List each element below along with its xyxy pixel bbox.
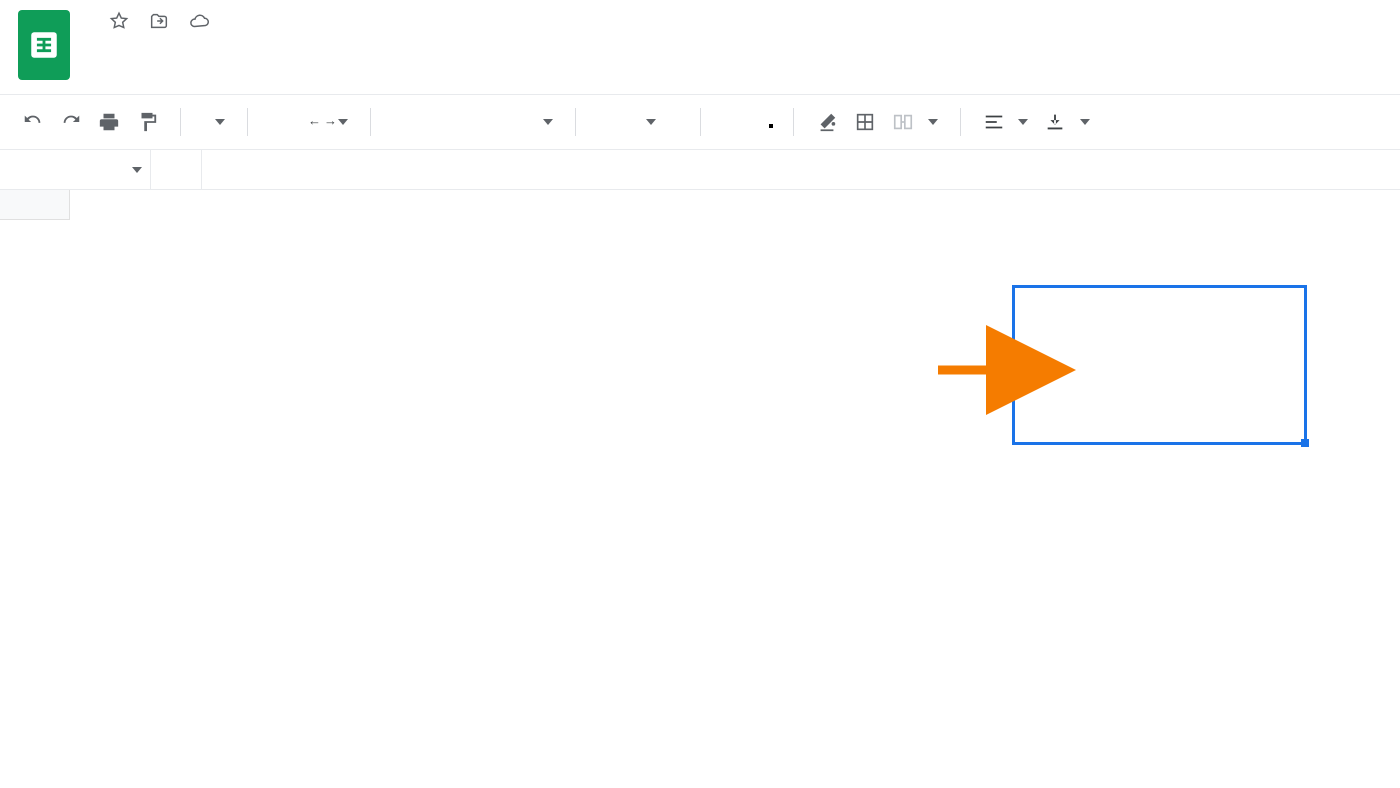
annotation-arrow <box>938 345 1078 400</box>
caret-down-icon <box>1080 119 1090 125</box>
title-icons <box>108 10 210 32</box>
zoom-dropdown[interactable] <box>203 119 225 125</box>
horizontal-align-button[interactable] <box>983 111 1029 134</box>
borders-icon[interactable] <box>854 111 876 133</box>
caret-down-icon <box>543 119 553 125</box>
print-icon[interactable] <box>98 111 120 133</box>
separator <box>700 108 701 136</box>
separator <box>180 108 181 136</box>
redo-icon[interactable] <box>60 111 82 133</box>
sheets-logo[interactable] <box>18 10 70 80</box>
font-size-dropdown[interactable] <box>598 119 678 125</box>
separator <box>960 108 961 136</box>
caret-down-icon <box>132 167 142 173</box>
vertical-align-button[interactable] <box>1044 111 1090 134</box>
caret-down-icon <box>646 119 656 125</box>
merge-cells-button[interactable] <box>892 111 938 134</box>
caret-down-icon <box>215 119 225 125</box>
fill-color-icon[interactable] <box>816 111 838 133</box>
selection-handle[interactable] <box>1301 439 1309 447</box>
move-icon[interactable] <box>148 10 170 32</box>
star-icon[interactable] <box>108 10 130 32</box>
cloud-icon[interactable] <box>188 10 210 32</box>
separator <box>150 150 151 189</box>
separator <box>370 108 371 136</box>
formula-bar <box>0 150 1400 190</box>
name-box[interactable] <box>0 167 150 173</box>
separator <box>201 150 202 189</box>
title-bar <box>0 0 1400 80</box>
caret-down-icon <box>928 119 938 125</box>
toolbar: ← → <box>0 94 1400 150</box>
caret-down-icon <box>338 119 348 125</box>
separator <box>247 108 248 136</box>
column-headers <box>70 190 1400 220</box>
font-dropdown[interactable] <box>393 119 553 125</box>
select-all-corner[interactable] <box>0 190 70 220</box>
undo-icon[interactable] <box>22 111 44 133</box>
caret-down-icon <box>1018 119 1028 125</box>
sheets-icon <box>27 28 61 62</box>
spreadsheet-grid <box>0 190 1400 750</box>
separator <box>575 108 576 136</box>
paint-format-icon[interactable] <box>136 111 158 133</box>
separator <box>793 108 794 136</box>
